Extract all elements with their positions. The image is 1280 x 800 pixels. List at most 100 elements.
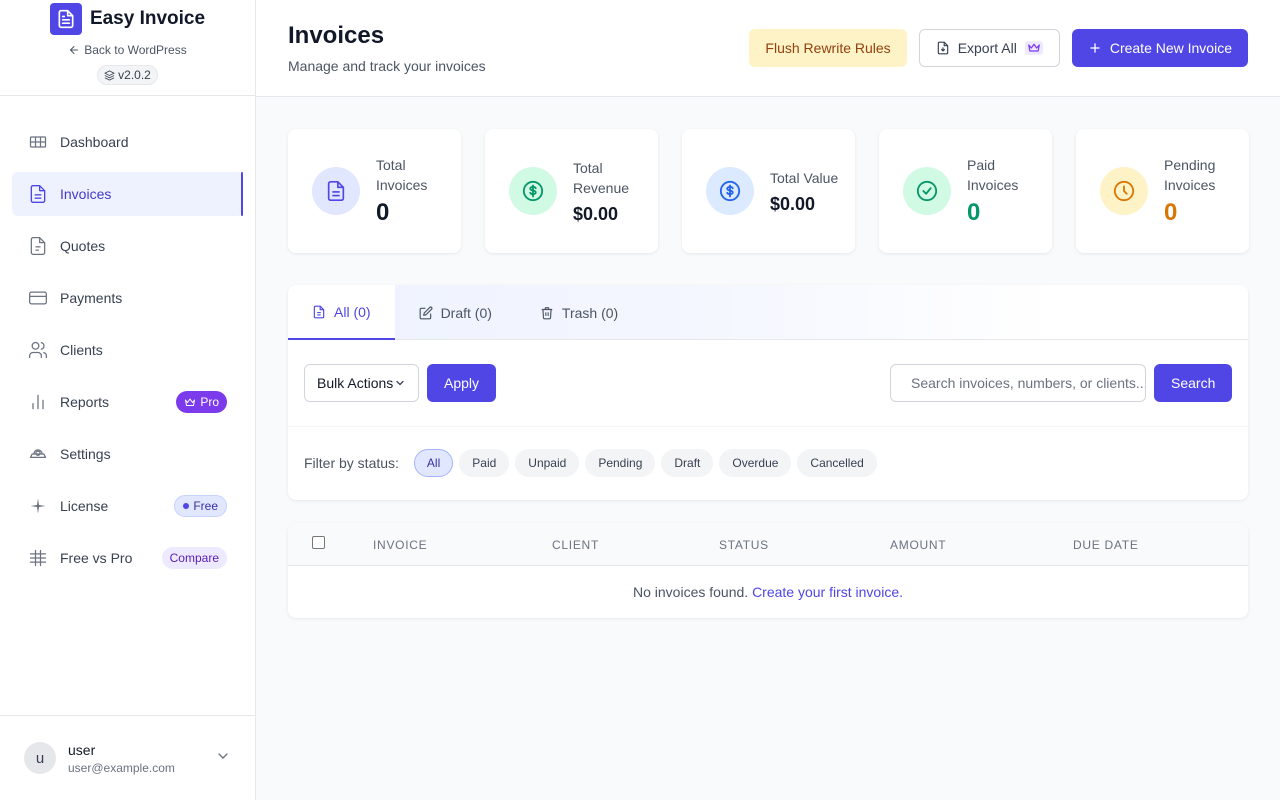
- column-header-due-date[interactable]: DUE DATE: [1073, 538, 1139, 552]
- version-badge: v2.0.2: [97, 65, 158, 85]
- stat-value: 0: [1164, 199, 1178, 226]
- invoice-filter-panel: All (0) Draft (0) Trash (0) Bulk Actions…: [288, 285, 1248, 500]
- empty-state-text: No invoices found.: [632, 584, 749, 600]
- chevron-down-icon: [396, 380, 404, 386]
- table-header: INVOICE CLIENT STATUS AMOUNT DUE DATE: [288, 523, 1248, 566]
- sidebar-item-label: Free vs Pro: [60, 550, 133, 566]
- filter-chip-overdue[interactable]: Overdue: [719, 449, 792, 477]
- column-header-amount[interactable]: AMOUNT: [890, 538, 946, 552]
- crown-icon: [185, 398, 196, 406]
- sidebar-item-settings[interactable]: Settings: [12, 432, 243, 476]
- empty-state-row: No invoices found. Create your first inv…: [288, 566, 1248, 618]
- stat-value: 0: [376, 199, 390, 226]
- user-info: user user@example.com: [68, 742, 175, 775]
- tab-label: All (0): [334, 303, 371, 320]
- apply-button[interactable]: Apply: [427, 364, 497, 402]
- stat-card-total-value: Total Value $0.00: [682, 129, 855, 253]
- invoice-logo-icon: [49, 3, 82, 35]
- column-header-invoice[interactable]: INVOICE: [373, 538, 427, 552]
- stat-label: Total Revenue: [573, 159, 630, 196]
- filter-chip-cancelled[interactable]: Cancelled: [797, 449, 877, 477]
- user-email: user@example.com: [68, 760, 175, 775]
- sparkle-icon: [28, 496, 48, 516]
- sidebar-item-payments[interactable]: Payments: [12, 276, 243, 320]
- sidebar-item-label: License: [60, 498, 109, 514]
- stat-value: $0.00: [573, 203, 619, 224]
- sidebar-item-quotes[interactable]: Quotes: [12, 224, 243, 268]
- sidebar-item-free-vs-pro[interactable]: Free vs Pro Compare: [12, 536, 243, 580]
- page-title: Invoices: [288, 22, 385, 49]
- column-header-client[interactable]: CLIENT: [552, 538, 599, 552]
- sidebar-nav: Dashboard Invoices Quotes Payments Clien…: [0, 96, 255, 580]
- free-badge-label: Free: [193, 499, 218, 513]
- users-icon: [28, 340, 48, 360]
- settings-icon: [28, 444, 48, 464]
- filter-chip-draft[interactable]: Draft: [661, 449, 714, 477]
- header-actions: Flush Rewrite Rules Export All Create Ne…: [749, 29, 1248, 67]
- sidebar-item-dashboard[interactable]: Dashboard: [12, 120, 243, 164]
- status-filter-row: Filter by status: All Paid Unpaid Pendin…: [288, 427, 1248, 499]
- sidebar-item-label: Dashboard: [60, 134, 129, 150]
- stat-value: $0.00: [770, 193, 816, 214]
- brand-row[interactable]: Easy Invoice: [49, 3, 205, 35]
- file-download-icon: [937, 41, 948, 55]
- sidebar-item-license[interactable]: License Free: [12, 484, 243, 528]
- sidebar-item-invoices[interactable]: Invoices: [12, 172, 243, 216]
- create-invoice-label: Create New Invoice: [1109, 40, 1232, 56]
- filter-chip-all[interactable]: All: [413, 449, 454, 477]
- sidebar-item-label: Settings: [60, 446, 111, 462]
- flush-rewrite-rules-button[interactable]: Flush Rewrite Rules: [749, 29, 907, 67]
- sidebar-item-clients[interactable]: Clients: [12, 328, 243, 372]
- file-icon: [313, 305, 325, 318]
- tab-draft[interactable]: Draft (0): [395, 285, 516, 340]
- sidebar: Easy Invoice Back to WordPress v2.0.2 Da…: [0, 0, 256, 800]
- clock-icon: [1100, 167, 1148, 215]
- export-all-button[interactable]: Export All: [918, 29, 1060, 67]
- user-menu[interactable]: u user user@example.com: [0, 715, 255, 800]
- invoice-icon: [28, 184, 48, 204]
- select-all-checkbox[interactable]: [312, 536, 325, 549]
- stat-label: Total Value: [770, 169, 839, 186]
- brand-header: Easy Invoice Back to WordPress v2.0.2: [0, 0, 255, 96]
- filter-chip-paid[interactable]: Paid: [459, 449, 510, 477]
- stat-label: Pending Invoices: [1164, 157, 1216, 193]
- column-header-status[interactable]: STATUS: [719, 538, 769, 552]
- check-circle-icon: [903, 167, 951, 215]
- quote-icon: [28, 236, 48, 256]
- sidebar-item-label: Clients: [60, 342, 103, 358]
- search-input[interactable]: Search invoices, numbers, or clients...: [890, 364, 1146, 402]
- dollar-circle-icon: [509, 167, 557, 215]
- free-badge: Free: [174, 495, 227, 517]
- status-tabs: All (0) Draft (0) Trash (0): [288, 285, 1248, 340]
- page-subtitle: Manage and track your invoices: [288, 58, 486, 74]
- chevron-down-icon[interactable]: [215, 748, 231, 769]
- edit-icon: [419, 306, 433, 319]
- create-first-invoice-link[interactable]: Create your first invoice.: [752, 584, 903, 600]
- filter-chip-unpaid[interactable]: Unpaid: [515, 449, 580, 477]
- tab-trash[interactable]: Trash (0): [516, 285, 642, 340]
- sidebar-item-reports[interactable]: Reports Pro: [12, 380, 243, 424]
- dollar-circle-icon: [706, 167, 754, 215]
- avatar: u: [24, 742, 56, 774]
- back-to-wordpress-link[interactable]: Back to WordPress: [68, 43, 187, 57]
- tab-label: Draft (0): [440, 304, 492, 321]
- create-new-invoice-button[interactable]: Create New Invoice: [1071, 29, 1248, 67]
- stats-row: Total Invoices 0 Total Revenue $0.00 Tot…: [288, 129, 1249, 253]
- stat-card-paid-invoices: Paid Invoices 0: [879, 129, 1052, 253]
- tab-label: Trash (0): [561, 304, 619, 321]
- tab-all[interactable]: All (0): [288, 285, 395, 340]
- compare-badge[interactable]: Compare: [161, 547, 227, 569]
- layers-icon: [104, 69, 115, 81]
- credit-card-icon: [28, 288, 48, 308]
- back-link-label: Back to WordPress: [84, 43, 187, 57]
- dashboard-icon: [28, 132, 48, 152]
- main-content: Invoices Manage and track your invoices …: [256, 0, 1280, 800]
- bulk-actions-select[interactable]: Bulk Actions: [304, 364, 419, 402]
- sidebar-item-label: Invoices: [60, 186, 112, 202]
- version-label: v2.0.2: [118, 68, 151, 82]
- pro-badge: Pro: [176, 391, 227, 413]
- filter-chip-pending[interactable]: Pending: [585, 449, 656, 477]
- grid-icon: [28, 548, 48, 568]
- search-button[interactable]: Search: [1154, 364, 1233, 402]
- page-header: Invoices Manage and track your invoices …: [256, 0, 1280, 97]
